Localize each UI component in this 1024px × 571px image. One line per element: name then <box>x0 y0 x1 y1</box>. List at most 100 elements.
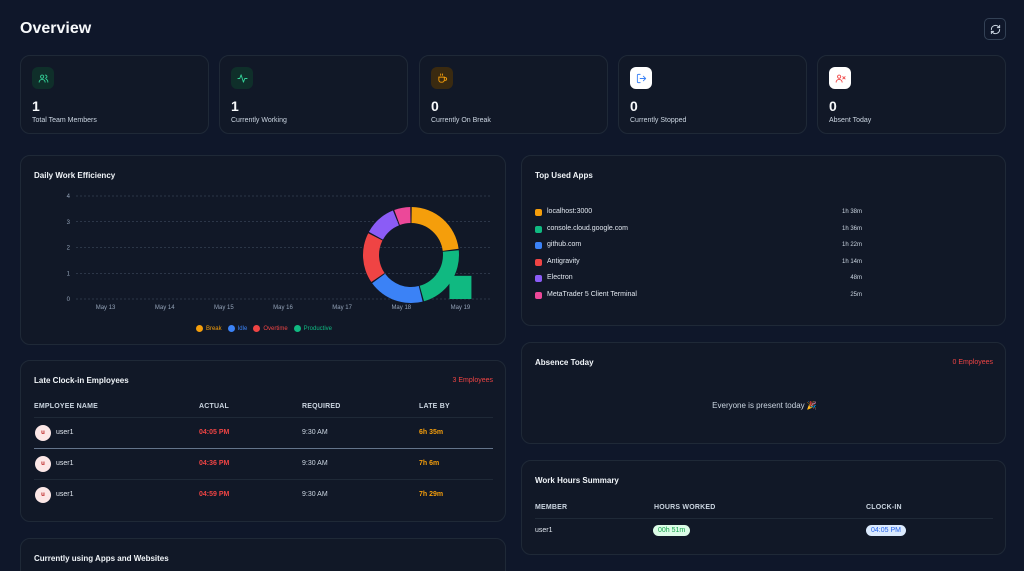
app-list-item[interactable]: localhost:3000 1h 38m <box>535 207 862 219</box>
late-clockin-title: Late Clock-in Employees <box>34 376 129 385</box>
legend-item[interactable]: Break <box>195 325 222 332</box>
hours-worked-badge: 00h 51m <box>653 525 691 536</box>
y-tick-label: 1 <box>67 271 71 277</box>
page-title: Overview <box>20 20 92 37</box>
legend-swatch <box>253 325 261 332</box>
stat-card-on-break: 0 Currently On Break <box>419 55 608 134</box>
x-tick-label: May 13 <box>96 305 116 311</box>
logout-icon <box>636 73 646 83</box>
x-tick-label: May 14 <box>155 305 175 311</box>
col-clock-in: CLOCK-IN <box>866 504 902 511</box>
member-name: user1 <box>535 527 553 534</box>
y-tick-label: 4 <box>67 194 71 200</box>
stat-card-total-team-members: 1 Total Team Members <box>20 55 209 134</box>
stat-icon-bg <box>231 67 253 89</box>
stat-value: 0 <box>431 98 439 114</box>
table-row[interactable]: u user1 04:59 PM 9:30 AM 7h 29m <box>34 479 493 510</box>
legend-item[interactable]: Productive <box>293 325 333 332</box>
employee-name: user1 <box>56 429 74 436</box>
app-name: github.com <box>547 241 582 248</box>
app-name: Electron <box>547 274 573 281</box>
late-count-badge: 3 Employees <box>452 377 493 384</box>
donut-slice <box>411 207 459 251</box>
app-duration: 1h 22m <box>841 242 862 248</box>
y-tick-label: 2 <box>67 246 71 252</box>
table-divider <box>535 518 993 519</box>
donut-slice <box>363 233 385 283</box>
app-name: console.cloud.google.com <box>547 224 628 232</box>
legend-item[interactable]: Overtime <box>253 325 288 332</box>
absence-count-badge: 0 Employees <box>952 359 993 366</box>
stat-card-absent: 0 Absent Today <box>817 55 1006 134</box>
donut-slice <box>372 273 423 303</box>
stat-label: Currently Stopped <box>630 117 687 124</box>
required-time: 9:30 AM <box>302 460 328 467</box>
table-row[interactable]: user1 00h 51m 04:05 PM <box>535 521 993 543</box>
legend-label: Break <box>205 325 222 332</box>
app-list-item[interactable]: MetaTrader 5 Client Terminal 25m <box>535 290 862 302</box>
avatar: u <box>35 456 51 472</box>
donut-slice <box>419 250 459 302</box>
legend-swatch <box>227 325 235 332</box>
avatar: u <box>35 487 51 503</box>
apps-websites-title: Currently using Apps and Websites <box>34 554 169 563</box>
legend-item[interactable]: Idle <box>227 325 247 332</box>
user-x-icon <box>835 74 846 83</box>
stat-icon-bg <box>431 67 453 89</box>
stat-card-stopped: 0 Currently Stopped <box>618 55 807 134</box>
legend-label: Overtime <box>263 325 288 332</box>
app-name: localhost:3000 <box>547 208 593 215</box>
x-tick-label: May 16 <box>273 305 293 311</box>
table-row[interactable]: u user1 04:05 PM 9:30 AM 6h 35m <box>34 417 493 448</box>
top-apps-title: Top Used Apps <box>535 171 593 180</box>
required-time: 9:30 AM <box>302 491 328 498</box>
clock-in-badge: 04:05 PM <box>866 525 906 536</box>
actual-time: 04:59 PM <box>199 491 230 498</box>
refresh-button[interactable] <box>984 18 1006 40</box>
app-list-item[interactable]: console.cloud.google.com 1h 36m <box>535 224 862 236</box>
work-hours-card: Work Hours Summary MEMBER HOURS WORKED C… <box>521 460 1006 555</box>
stat-icon-bg <box>32 67 54 89</box>
app-color-swatch <box>535 291 542 299</box>
actual-time: 04:05 PM <box>199 429 230 436</box>
app-name: MetaTrader 5 Client Terminal <box>547 290 637 298</box>
table-row[interactable]: u user1 04:36 PM 9:30 AM 7h 6m <box>34 448 493 479</box>
stat-value: 0 <box>630 98 638 114</box>
absence-message: Everyone is present today 🎉 <box>712 401 817 410</box>
app-list-item[interactable]: github.com 1h 22m <box>535 240 862 252</box>
col-actual: ACTUAL <box>199 403 229 410</box>
apps-websites-card: Currently using Apps and Websites <box>20 538 506 571</box>
legend-swatch <box>195 325 203 332</box>
stat-label: Total Team Members <box>32 117 97 124</box>
late-by: 7h 6m <box>419 460 440 467</box>
col-late-by: LATE BY <box>419 403 450 410</box>
stat-value: 0 <box>829 98 837 114</box>
x-tick-label: May 15 <box>214 305 234 311</box>
stat-icon-bg <box>829 67 851 89</box>
work-hours-title: Work Hours Summary <box>535 476 619 485</box>
employee-name: user1 <box>56 491 74 498</box>
late-by: 6h 35m <box>419 429 444 436</box>
chart-legend: Break Idle Overtime Productive <box>21 319 507 337</box>
app-list-item[interactable]: Electron 48m <box>535 273 862 285</box>
refresh-icon <box>990 24 1000 34</box>
top-apps-card: Top Used Apps localhost:3000 1h 38m consol… <box>363 155 1006 326</box>
x-tick-label: May 17 <box>332 305 352 311</box>
app-color-swatch <box>535 225 542 233</box>
app-duration: 25m <box>850 291 862 298</box>
app-color-swatch <box>535 209 542 216</box>
stat-label: Currently Working <box>231 117 287 124</box>
col-hours-worked: HOURS WORKED <box>654 504 716 511</box>
absence-title: Absence Today <box>535 358 594 367</box>
legend-label: Productive <box>303 325 333 332</box>
absence-card: Absence Today 0 Employees Everyone is pr… <box>521 342 1006 444</box>
app-name: Antigravity <box>547 257 580 265</box>
required-time: 9:30 AM <box>302 429 328 436</box>
col-employee-name: EMPLOYEE NAME <box>34 403 99 410</box>
actual-time: 04:36 PM <box>199 460 230 467</box>
app-list-item[interactable]: Antigravity 1h 14m <box>535 257 862 269</box>
app-duration: 1h 14m <box>841 258 862 265</box>
app-duration: 1h 36m <box>841 225 862 232</box>
apps-donut-chart <box>363 207 459 303</box>
app-duration: 1h 38m <box>841 209 862 215</box>
